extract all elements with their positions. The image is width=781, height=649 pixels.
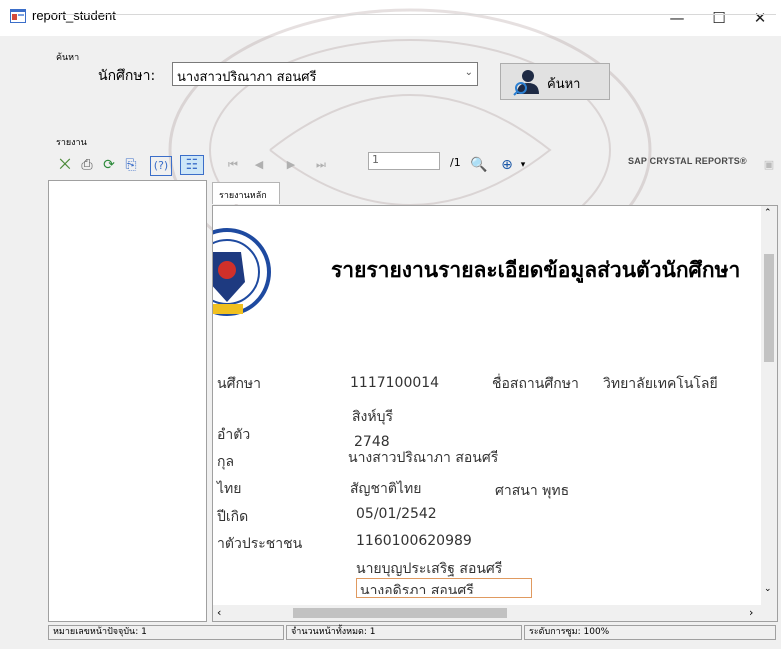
status-zoom-level: ระดับการซูม: 100% xyxy=(524,625,776,640)
school-name-label: ชื่อสถานศึกษา xyxy=(492,376,579,392)
find-text-icon[interactable]: 🔍 xyxy=(470,156,488,174)
print-icon[interactable]: ⎙ xyxy=(78,156,96,174)
brand-logo-icon: ▣ xyxy=(763,158,775,171)
scroll-up-icon[interactable]: ⌃ xyxy=(764,208,772,218)
group-tree-pane[interactable] xyxy=(48,180,207,622)
province-value: สิงห์บุรี xyxy=(352,409,394,425)
student-id-label: อำตัว xyxy=(217,427,251,443)
zoom-dropdown-chevron-down-icon[interactable]: ▾ xyxy=(514,156,532,174)
search-button-label: ค้นหา xyxy=(547,77,581,92)
chevron-down-icon[interactable]: ⌄ xyxy=(465,67,473,78)
report-title: รายรายงานรายละเอียดข้อมูลส่วนตัวนักศึกษา xyxy=(331,258,741,282)
religion-value: ศาสนา พุทธ xyxy=(495,483,570,499)
next-page-icon[interactable]: ▶ xyxy=(282,156,300,174)
report-group-legend: รายงาน xyxy=(54,135,89,149)
page-number-input[interactable]: 1 xyxy=(368,152,440,170)
status-current-page: หมายเลขหน้าปัจจุบัน: 1 xyxy=(48,625,284,640)
crystal-reports-brand: SAP CRYSTAL REPORTS® xyxy=(628,156,747,166)
previous-page-icon[interactable]: ◀ xyxy=(250,156,268,174)
tab-main-report[interactable]: รายงานหลัก xyxy=(212,182,280,204)
last-page-icon[interactable]: ⏭ xyxy=(312,156,330,174)
school-code-label: นศึกษา xyxy=(217,376,262,392)
citizen-id-label: าตัวประชาชน xyxy=(217,536,303,552)
report-viewer[interactable]: รายรายงานรายละเอียดข้อมูลส่วนตัวนักศึกษา… xyxy=(212,205,778,622)
export-icon[interactable]: ⨉ xyxy=(56,156,74,174)
student-label: นักศึกษา: xyxy=(98,68,156,84)
citizen-id-value: 1160100620989 xyxy=(356,533,472,549)
birth-date-label: ปีเกิด xyxy=(217,509,249,525)
scroll-corner xyxy=(761,605,777,621)
school-code-value: 1117100014 xyxy=(350,375,440,391)
school-name-value: วิทยาลัยเทคโนโลยี xyxy=(603,376,718,392)
app-form-icon xyxy=(10,9,26,23)
search-button[interactable]: ค้นหา xyxy=(500,63,610,100)
search-group-legend: ค้นหา xyxy=(54,50,82,64)
first-page-icon[interactable]: ⏮ xyxy=(224,156,242,174)
name-label: กุล xyxy=(217,454,235,470)
status-total-pages: จำนวนหน้าทั้งหมด: 1 xyxy=(286,625,522,640)
page-total-label: /1 xyxy=(450,156,461,169)
college-seal-logo xyxy=(213,228,271,316)
student-combobox-value: นางสาวปริณาภา สอนศรี xyxy=(177,70,317,85)
full-name-value: นางสาวปริณาภา สอนศรี xyxy=(348,450,499,466)
user-search-icon xyxy=(513,70,539,96)
horizontal-scroll-thumb[interactable] xyxy=(293,608,507,618)
refresh-icon[interactable]: ⟳ xyxy=(100,156,118,174)
mother-name-value: นางอดิรภา สอนศรี xyxy=(360,583,474,594)
scroll-down-icon[interactable]: ⌄ xyxy=(764,584,772,594)
horizontal-scrollbar[interactable]: ‹ › xyxy=(213,605,763,621)
vertical-scrollbar[interactable]: ⌃ ⌄ xyxy=(761,206,777,606)
scroll-right-icon[interactable]: › xyxy=(749,606,753,619)
birth-date-value: 05/01/2542 xyxy=(356,506,437,522)
help-icon[interactable]: (?) xyxy=(150,156,172,176)
nationality-label: ไทย xyxy=(217,481,242,497)
copy-icon[interactable]: ⎘ xyxy=(122,156,140,174)
scroll-left-icon[interactable]: ‹ xyxy=(217,606,221,619)
nationality-value: สัญชาติไทย xyxy=(350,481,422,497)
vertical-scroll-thumb[interactable] xyxy=(764,254,774,362)
father-name-value: นายบุญประเสริฐ สอนศรี xyxy=(356,561,503,577)
student-combobox[interactable]: นางสาวปริณาภา สอนศรี ⌄ xyxy=(172,62,478,86)
group-tree-toggle-icon[interactable]: ☷ xyxy=(180,155,204,175)
